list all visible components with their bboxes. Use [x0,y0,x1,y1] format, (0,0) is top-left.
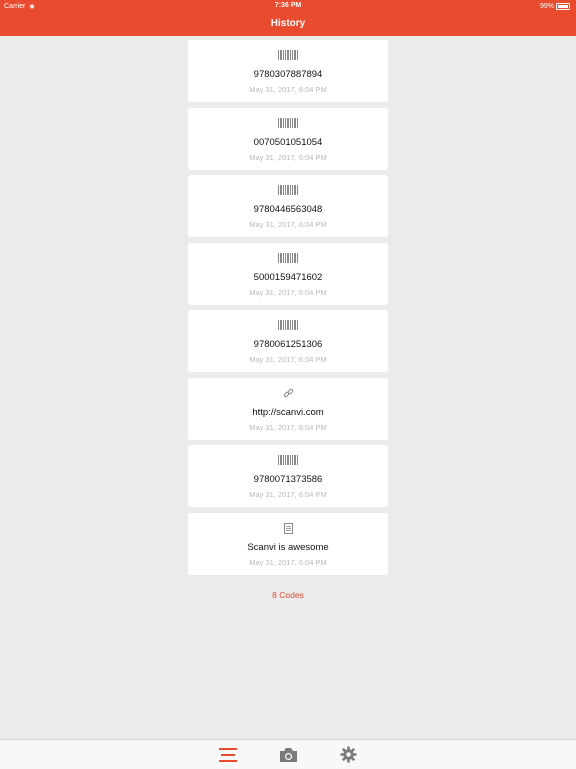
history-item[interactable]: 9780446563048 May 31, 2017, 6:04 PM [188,175,388,237]
status-time: 7:36 PM [274,2,302,9]
item-icon-wrapper [188,388,388,399]
camera-icon [279,747,297,762]
item-date: May 31, 2017, 6:04 PM [249,287,327,297]
item-code: Scanvi is awesome [247,541,329,553]
history-item[interactable]: 5000159471602 May 31, 2017, 6:04 PM [188,242,388,305]
link-icon [283,388,293,397]
barcode-icon [278,455,298,465]
item-date: May 31, 2017, 6:04 PM [249,557,327,567]
item-date: May 31, 2017, 6:04 PM [249,422,327,432]
barcode-icon [278,117,298,128]
battery-percentage: 99% [539,3,554,10]
item-icon-wrapper [188,252,388,263]
item-icon-wrapper [188,117,388,128]
item-icon-wrapper [188,185,388,195]
item-code: 9780061251306 [253,339,323,350]
codes-count: 8 Codes [272,590,304,600]
tab-scan[interactable] [278,745,298,765]
barcode-icon [278,50,298,60]
history-item[interactable]: http://scanvi.com May 31, 2017, 6:04 PM [188,377,388,440]
barcode-icon [278,185,298,195]
item-date: May 31, 2017, 6:04 PM [249,355,327,364]
battery-indicator: 99% [540,3,570,10]
history-item[interactable]: Scanvi is awesome May 31, 2017, 6:04 PM [188,512,388,575]
item-code: 9780071373586 [253,474,323,485]
document-icon [283,522,293,534]
barcode-icon [278,252,298,263]
barcode-icon [278,320,298,330]
item-date: May 31, 2017, 6:04 PM [249,220,327,229]
history-item[interactable]: 9780061251306 May 31, 2017, 6:04 PM [188,310,388,372]
page-title: History [270,18,306,29]
item-icon-wrapper [188,455,388,465]
item-icon-wrapper [188,50,388,60]
tab-bar [0,739,576,769]
item-code: 9780446563048 [253,204,323,215]
item-code: 0070501051054 [253,136,323,148]
item-code: 9780307887894 [253,69,323,80]
status-bar: Carrier ◉ 7:36 PM 99% [0,0,576,13]
history-item[interactable]: 9780071373586 May 31, 2017, 6:04 PM [188,445,388,507]
gear-icon [340,746,356,763]
history-list: 9780307887894 May 31, 2017, 6:04 PM 0070… [188,40,388,580]
item-date: May 31, 2017, 6:04 PM [249,490,327,499]
list-icon [219,747,237,762]
item-icon-wrapper [188,320,388,330]
item-date: May 31, 2017, 6:04 PM [249,85,327,94]
item-date: May 31, 2017, 6:04 PM [249,152,327,162]
item-code: http://scanvi.com [252,406,324,418]
navigation-bar: Carrier ◉ 7:36 PM 99% History [0,0,576,36]
history-item[interactable]: 9780307887894 May 31, 2017, 6:04 PM [188,40,388,102]
item-icon-wrapper [188,522,388,534]
tab-history[interactable] [218,745,238,765]
battery-icon [556,3,570,10]
tab-settings[interactable] [338,745,358,765]
history-item[interactable]: 0070501051054 May 31, 2017, 6:04 PM [188,107,388,170]
item-code: 5000159471602 [253,271,323,283]
